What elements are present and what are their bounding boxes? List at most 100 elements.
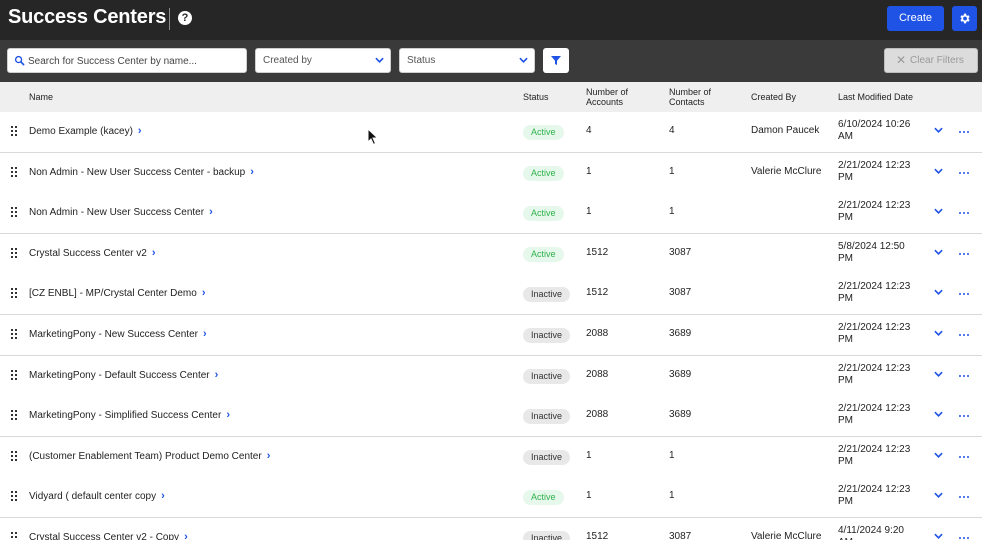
column-header-accounts-line2: Accounts: [586, 97, 624, 107]
table-row[interactable]: Crystal Success Center v2 › Active 1512 3…: [0, 233, 982, 275]
create-button[interactable]: Create: [887, 6, 944, 31]
chevron-down-icon[interactable]: [934, 492, 943, 499]
created-by: Valerie McClure: [751, 165, 822, 177]
last-modified-date: 2/21/2024 12:23 PM: [838, 160, 928, 184]
drag-handle-icon[interactable]: [11, 450, 19, 461]
success-center-name-link[interactable]: Demo Example (kacey) ›: [29, 125, 142, 137]
clear-filters-button[interactable]: ✕ Clear Filters: [884, 48, 978, 73]
chevron-down-icon[interactable]: [934, 533, 943, 539]
chevron-down-icon[interactable]: [934, 249, 943, 255]
chevron-down-icon[interactable]: [934, 127, 943, 133]
table-row[interactable]: MarketingPony - Simplified Success Cente…: [0, 396, 982, 438]
success-center-name-link[interactable]: Crystal Success Center v2 ›: [29, 247, 156, 259]
last-modified-date-line2: PM: [838, 171, 853, 183]
last-modified-date-line2: AM: [838, 131, 853, 142]
column-header-created-by[interactable]: Created By: [751, 92, 796, 102]
success-center-name: [CZ ENBL] - MP/Crystal Center Demo: [29, 288, 197, 300]
more-options-icon[interactable]: [959, 212, 969, 215]
column-header-name[interactable]: Name: [29, 92, 53, 102]
table-row[interactable]: MarketingPony - Default Success Center › …: [0, 355, 982, 397]
drag-handle-icon[interactable]: [11, 126, 19, 136]
app-header: Success Centers ? Create: [0, 0, 982, 40]
accounts-count: 2088: [586, 409, 609, 421]
table-row[interactable]: Demo Example (kacey) › Active 4 4 Damon P…: [0, 112, 982, 153]
funnel-icon: [551, 56, 561, 65]
chevron-down-icon[interactable]: [934, 411, 943, 418]
accounts-count: 1: [586, 206, 592, 218]
last-modified-date-line1: 2/21/2024 12:23: [838, 159, 911, 171]
more-options-icon[interactable]: [959, 496, 969, 499]
last-modified-date-line2: PM: [838, 374, 853, 386]
success-center-name: (Customer Enablement Team) Product Demo …: [29, 450, 262, 462]
table-row[interactable]: Crystal Success Center v2 - Copy › Inacti…: [0, 518, 982, 540]
clear-filters-label: Clear Filters: [910, 55, 964, 66]
chevron-down-icon[interactable]: [934, 330, 943, 336]
column-header-contacts[interactable]: Number of Contacts: [669, 87, 711, 107]
chevron-down-icon[interactable]: [934, 289, 943, 296]
column-header-modified[interactable]: Last Modified Date: [838, 92, 913, 102]
search-input[interactable]: [28, 52, 242, 70]
accounts-count: 1512: [586, 531, 609, 540]
table-row[interactable]: Non Admin - New User Success Center › Act…: [0, 193, 982, 235]
success-center-name-link[interactable]: [CZ ENBL] - MP/Crystal Center Demo ›: [29, 287, 205, 299]
chevron-down-icon[interactable]: [934, 371, 943, 377]
last-modified-date: 2/21/2024 12:23 PM: [838, 363, 928, 387]
success-center-name-link[interactable]: MarketingPony - Simplified Success Cente…: [29, 409, 230, 421]
more-options-icon[interactable]: [959, 415, 969, 418]
success-center-name-link[interactable]: MarketingPony - New Success Center ›: [29, 328, 207, 340]
chevron-down-icon[interactable]: [934, 452, 943, 458]
table-row[interactable]: MarketingPony - New Success Center › Inac…: [0, 315, 982, 356]
success-center-name-link[interactable]: MarketingPony - Default Success Center ›: [29, 369, 218, 381]
column-header-status[interactable]: Status: [523, 92, 549, 102]
drag-handle-icon[interactable]: [11, 532, 19, 540]
table-row[interactable]: Vidyard ( default center copy › Active 1 …: [0, 477, 982, 519]
table-row[interactable]: [CZ ENBL] - MP/Crystal Center Demo › Inac…: [0, 274, 982, 316]
drag-handle-icon[interactable]: [11, 410, 19, 421]
settings-button[interactable]: [952, 6, 977, 31]
more-options-icon[interactable]: [959, 374, 969, 378]
gear-icon: [960, 13, 970, 24]
more-options-icon[interactable]: [959, 293, 969, 296]
more-options-icon[interactable]: [959, 455, 969, 459]
last-modified-date-line2: PM: [838, 293, 853, 305]
success-center-name-link[interactable]: Non Admin - New User Success Center - ba…: [29, 166, 254, 178]
contacts-count: 3087: [669, 246, 692, 258]
drag-handle-icon[interactable]: [11, 288, 19, 299]
last-modified-date-line1: 2/21/2024 12:23: [838, 362, 911, 374]
last-modified-date-line1: 4/11/2024 9:20: [838, 525, 904, 536]
chevron-right-icon: ›: [137, 125, 142, 137]
drag-handle-icon[interactable]: [11, 369, 19, 380]
last-modified-date-line2: PM: [838, 334, 853, 345]
more-options-icon[interactable]: [959, 131, 969, 134]
question-circle-icon[interactable]: ?: [178, 11, 192, 25]
column-header-accounts[interactable]: Number of Accounts: [586, 87, 628, 107]
drag-handle-icon[interactable]: [11, 247, 19, 258]
table-row[interactable]: Non Admin - New User Success Center - ba…: [0, 152, 982, 194]
more-options-icon[interactable]: [959, 252, 969, 256]
contacts-count: 1: [669, 206, 675, 218]
last-modified-date: 2/21/2024 12:23 PM: [838, 281, 928, 305]
page-title: Success Centers: [8, 6, 167, 28]
chevron-right-icon: ›: [209, 206, 213, 219]
drag-handle-icon[interactable]: [11, 166, 19, 177]
last-modified-date-line1: 2/21/2024 12:23: [838, 322, 911, 333]
success-center-name-link[interactable]: (Customer Enablement Team) Product Demo …: [29, 450, 270, 462]
search-box[interactable]: [7, 48, 247, 73]
close-icon: ✕: [896, 53, 907, 67]
more-options-icon[interactable]: [959, 171, 969, 175]
filter-button[interactable]: [543, 48, 569, 73]
drag-handle-icon[interactable]: [11, 207, 19, 218]
table-row[interactable]: (Customer Enablement Team) Product Demo …: [0, 436, 982, 478]
success-center-name-link[interactable]: Crystal Success Center v2 - Copy ›: [29, 531, 188, 540]
drag-handle-icon[interactable]: [11, 329, 19, 339]
status-select[interactable]: Status: [399, 48, 535, 73]
success-center-name-link[interactable]: Non Admin - New User Success Center ›: [29, 206, 213, 218]
last-modified-date-line2: PM: [838, 415, 853, 427]
created-by: Damon Paucek: [751, 125, 820, 136]
chevron-down-icon[interactable]: [934, 168, 943, 174]
drag-handle-icon[interactable]: [11, 491, 19, 502]
success-center-name-link[interactable]: Vidyard ( default center copy ›: [29, 490, 165, 502]
chevron-down-icon[interactable]: [934, 208, 943, 215]
created-by-select[interactable]: Created by: [255, 48, 391, 73]
more-options-icon[interactable]: [959, 334, 969, 337]
